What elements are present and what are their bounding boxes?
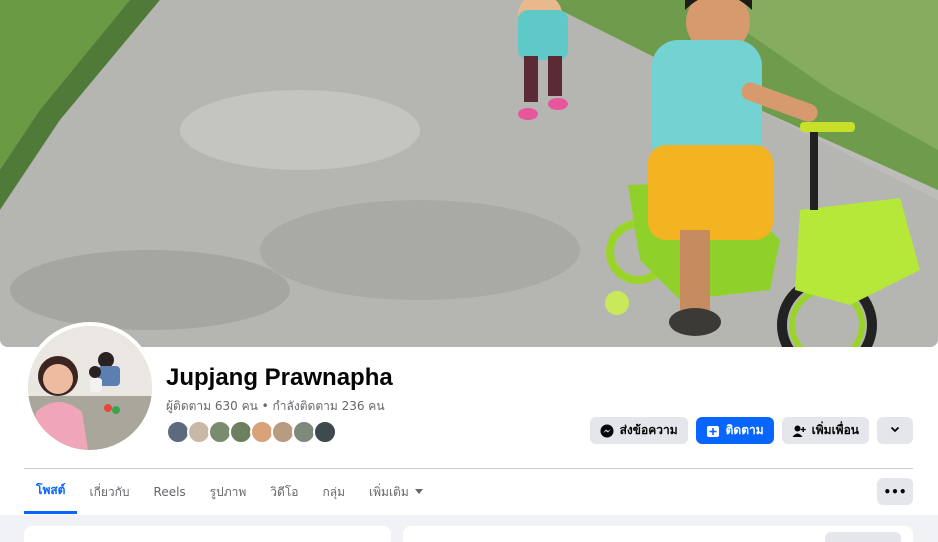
profile-name: Jupjang Prawnapha (166, 364, 393, 391)
cover-photo[interactable] (0, 0, 938, 347)
friend-avatar[interactable] (313, 420, 337, 444)
message-label: ส่งข้อความ (619, 423, 678, 437)
tab-label: เกี่ยวกับ (89, 484, 130, 499)
messenger-icon (600, 424, 614, 438)
profile-dropdown-button[interactable] (877, 417, 913, 444)
follow-button[interactable]: ติดตาม (695, 417, 774, 444)
profile-avatar[interactable] (24, 322, 156, 454)
tab-more[interactable]: เพิ่มเติม (357, 470, 435, 514)
caret-down-icon (414, 489, 423, 495)
profile-actions: ส่งข้อความ ติดตาม เพิ่มเพื่อน (589, 417, 913, 444)
friend-avatars (166, 420, 337, 444)
tab-groups[interactable]: กลุ่ม (310, 470, 357, 514)
tab-label: เพิ่มเติม (369, 484, 409, 499)
message-button[interactable]: ส่งข้อความ (589, 417, 688, 444)
filters-button[interactable] (825, 532, 901, 542)
tab-label: กลุ่ม (322, 484, 346, 499)
tab-videos[interactable]: วิดีโอ (258, 470, 310, 514)
tab-about[interactable]: เกี่ยวกับ (77, 470, 141, 514)
tab-posts[interactable]: โพสต์ (24, 470, 78, 514)
more-options-button[interactable]: ••• (877, 478, 913, 505)
tab-label: Reels (153, 485, 186, 499)
chevron-down-icon (889, 423, 901, 438)
tab-label: วิดีโอ (270, 484, 299, 499)
add-friend-label: เพิ่มเพื่อน (811, 423, 859, 437)
follow-icon (706, 424, 720, 438)
follow-label: ติดตาม (725, 423, 764, 437)
header-divider (24, 468, 913, 469)
tab-label: รูปภาพ (209, 484, 247, 499)
profile-page: Jupjang Prawnapha ผู้ติดตาม 630 คน • กำล… (0, 0, 938, 542)
tab-label: โพสต์ (36, 483, 66, 497)
tab-reels[interactable]: Reels (142, 470, 198, 514)
add-friend-icon (792, 424, 806, 438)
profile-tabs: โพสต์ เกี่ยวกับ Reels รูปภาพ วิดีโอ กลุ่… (24, 470, 435, 515)
posts-card (403, 526, 913, 542)
tab-photos[interactable]: รูปภาพ (198, 470, 259, 514)
more-options-label: ••• (883, 484, 907, 499)
follower-stats[interactable]: ผู้ติดตาม 630 คน • กำลังติดตาม 236 คน (166, 397, 385, 416)
add-friend-button[interactable]: เพิ่มเพื่อน (781, 417, 869, 444)
profile-header: Jupjang Prawnapha ผู้ติดตาม 630 คน • กำล… (0, 0, 938, 515)
intro-card (24, 526, 391, 542)
